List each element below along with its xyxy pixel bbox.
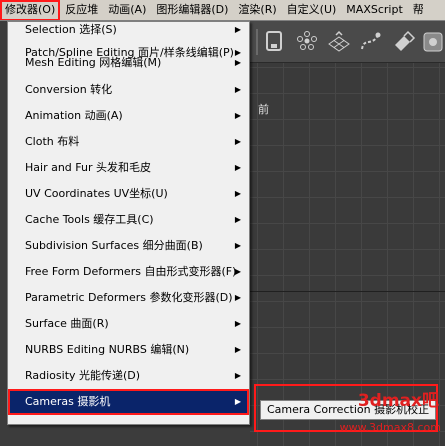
menu-item-label: Selection 选择(S) — [25, 23, 117, 36]
watermark-logo: 3dmax吧 — [357, 391, 439, 411]
menu-item-label: Mesh Editing 网格编辑(M) — [25, 56, 162, 69]
menu-maxscript[interactable]: MAXScript — [341, 0, 407, 20]
menu-graph-editors[interactable]: 图形编辑器(D) — [151, 0, 233, 20]
menu-item-mesh-editing[interactable]: Mesh Editing 网格编辑(M) ▶ — [8, 57, 249, 74]
menu-item-label: Radiosity 光能传递(D) — [25, 369, 141, 382]
submenu-arrow-icon: ▶ — [234, 58, 241, 67]
menu-item-uv-coordinates[interactable]: UV Coordinates UV坐标(U) ▶ — [8, 181, 249, 207]
submenu-arrow-icon: ▶ — [234, 267, 241, 276]
watermark-url: www.3dmax8.com — [339, 421, 441, 434]
menu-item-label: Free Form Deformers 自由形式变形器(F) — [25, 265, 237, 278]
menu-item-subdivision-surfaces[interactable]: Subdivision Surfaces 细分曲面(B) ▶ — [8, 233, 249, 259]
menu-item-free-form-deformers[interactable]: Free Form Deformers 自由形式变形器(F) ▶ — [8, 259, 249, 285]
menu-item-animation[interactable]: Animation 动画(A) ▶ — [8, 103, 249, 129]
menu-item-label: Subdivision Surfaces 细分曲面(B) — [25, 239, 203, 252]
menu-item-label: Surface 曲面(R) — [25, 317, 109, 330]
submenu-arrow-icon: ▶ — [234, 215, 241, 224]
menu-rendering[interactable]: 渲染(R) — [233, 0, 281, 20]
menu-item-hair-and-fur[interactable]: Hair and Fur 头发和毛皮 ▶ — [8, 155, 249, 181]
menu-customize[interactable]: 自定义(U) — [282, 0, 342, 20]
menu-bar: 修改器(O) 反应堆 动画(A) 图形编辑器(D) 渲染(R) 自定义(U) M… — [0, 0, 445, 21]
toolbar-separator — [256, 29, 258, 55]
menu-item-label: Conversion 转化 — [25, 83, 113, 96]
grid-plane-icon[interactable] — [326, 29, 352, 55]
curve-path-icon[interactable] — [358, 29, 384, 55]
menu-item-label: Animation 动画(A) — [25, 109, 123, 122]
menu-item-selection[interactable]: Selection 选择(S) ▶ — [8, 22, 249, 40]
submenu-arrow-icon: ▶ — [234, 371, 241, 380]
menu-animation[interactable]: 动画(A) — [103, 0, 151, 20]
menu-item-label: UV Coordinates UV坐标(U) — [25, 187, 168, 200]
viewport-label: 前 — [258, 103, 269, 116]
modify-panel-icon[interactable] — [262, 29, 288, 55]
menu-item-label: Cloth 布料 — [25, 135, 80, 148]
eraser-icon[interactable] — [390, 29, 416, 55]
submenu-arrow-icon: ▶ — [234, 111, 241, 120]
viewport-axis-line — [250, 291, 445, 292]
submenu-arrow-icon: ▶ — [234, 137, 241, 146]
submenu-arrow-icon: ▶ — [234, 25, 241, 34]
submenu-arrow-icon: ▶ — [234, 397, 241, 406]
menu-item-radiosity[interactable]: Radiosity 光能传递(D) ▶ — [8, 363, 249, 389]
menu-item-nurbs-editing[interactable]: NURBS Editing NURBS 编辑(N) ▶ — [8, 337, 249, 363]
menu-item-label: Cache Tools 缓存工具(C) — [25, 213, 154, 226]
submenu-arrow-icon: ▶ — [234, 241, 241, 250]
submenu-arrow-icon: ▶ — [234, 85, 241, 94]
menu-reactor[interactable]: 反应堆 — [60, 0, 103, 20]
menu-item-label: NURBS Editing NURBS 编辑(N) — [25, 343, 190, 356]
main-toolbar — [250, 21, 445, 63]
menu-modifiers[interactable]: 修改器(O) — [0, 0, 61, 20]
submenu-arrow-icon: ▶ — [234, 163, 241, 172]
menu-item-label: Parametric Deformers 参数化变形器(D) — [25, 291, 233, 304]
modifiers-dropdown: Selection 选择(S) ▶ Patch/Spline Editing 面… — [7, 21, 250, 425]
submenu-arrow-icon: ▶ — [234, 319, 241, 328]
submenu-arrow-icon: ▶ — [234, 189, 241, 198]
menu-item-surface[interactable]: Surface 曲面(R) ▶ — [8, 311, 249, 337]
menu-item-cameras[interactable]: Cameras 摄影机 ▶ — [8, 389, 249, 415]
menu-item-parametric-deformers[interactable]: Parametric Deformers 参数化变形器(D) ▶ — [8, 285, 249, 311]
menu-item-cloth[interactable]: Cloth 布料 ▶ — [8, 129, 249, 155]
menu-item-label: Cameras 摄影机 — [25, 395, 111, 408]
material-editor-icon[interactable] — [420, 29, 445, 55]
menu-help[interactable]: 帮 — [408, 0, 429, 20]
submenu-arrow-icon: ▶ — [234, 345, 241, 354]
menu-item-conversion[interactable]: Conversion 转化 ▶ — [8, 77, 249, 103]
menu-item-cache-tools[interactable]: Cache Tools 缓存工具(C) ▶ — [8, 207, 249, 233]
particle-dots-icon[interactable] — [294, 29, 320, 55]
menu-item-label: Hair and Fur 头发和毛皮 — [25, 161, 151, 174]
submenu-arrow-icon: ▶ — [234, 293, 241, 302]
